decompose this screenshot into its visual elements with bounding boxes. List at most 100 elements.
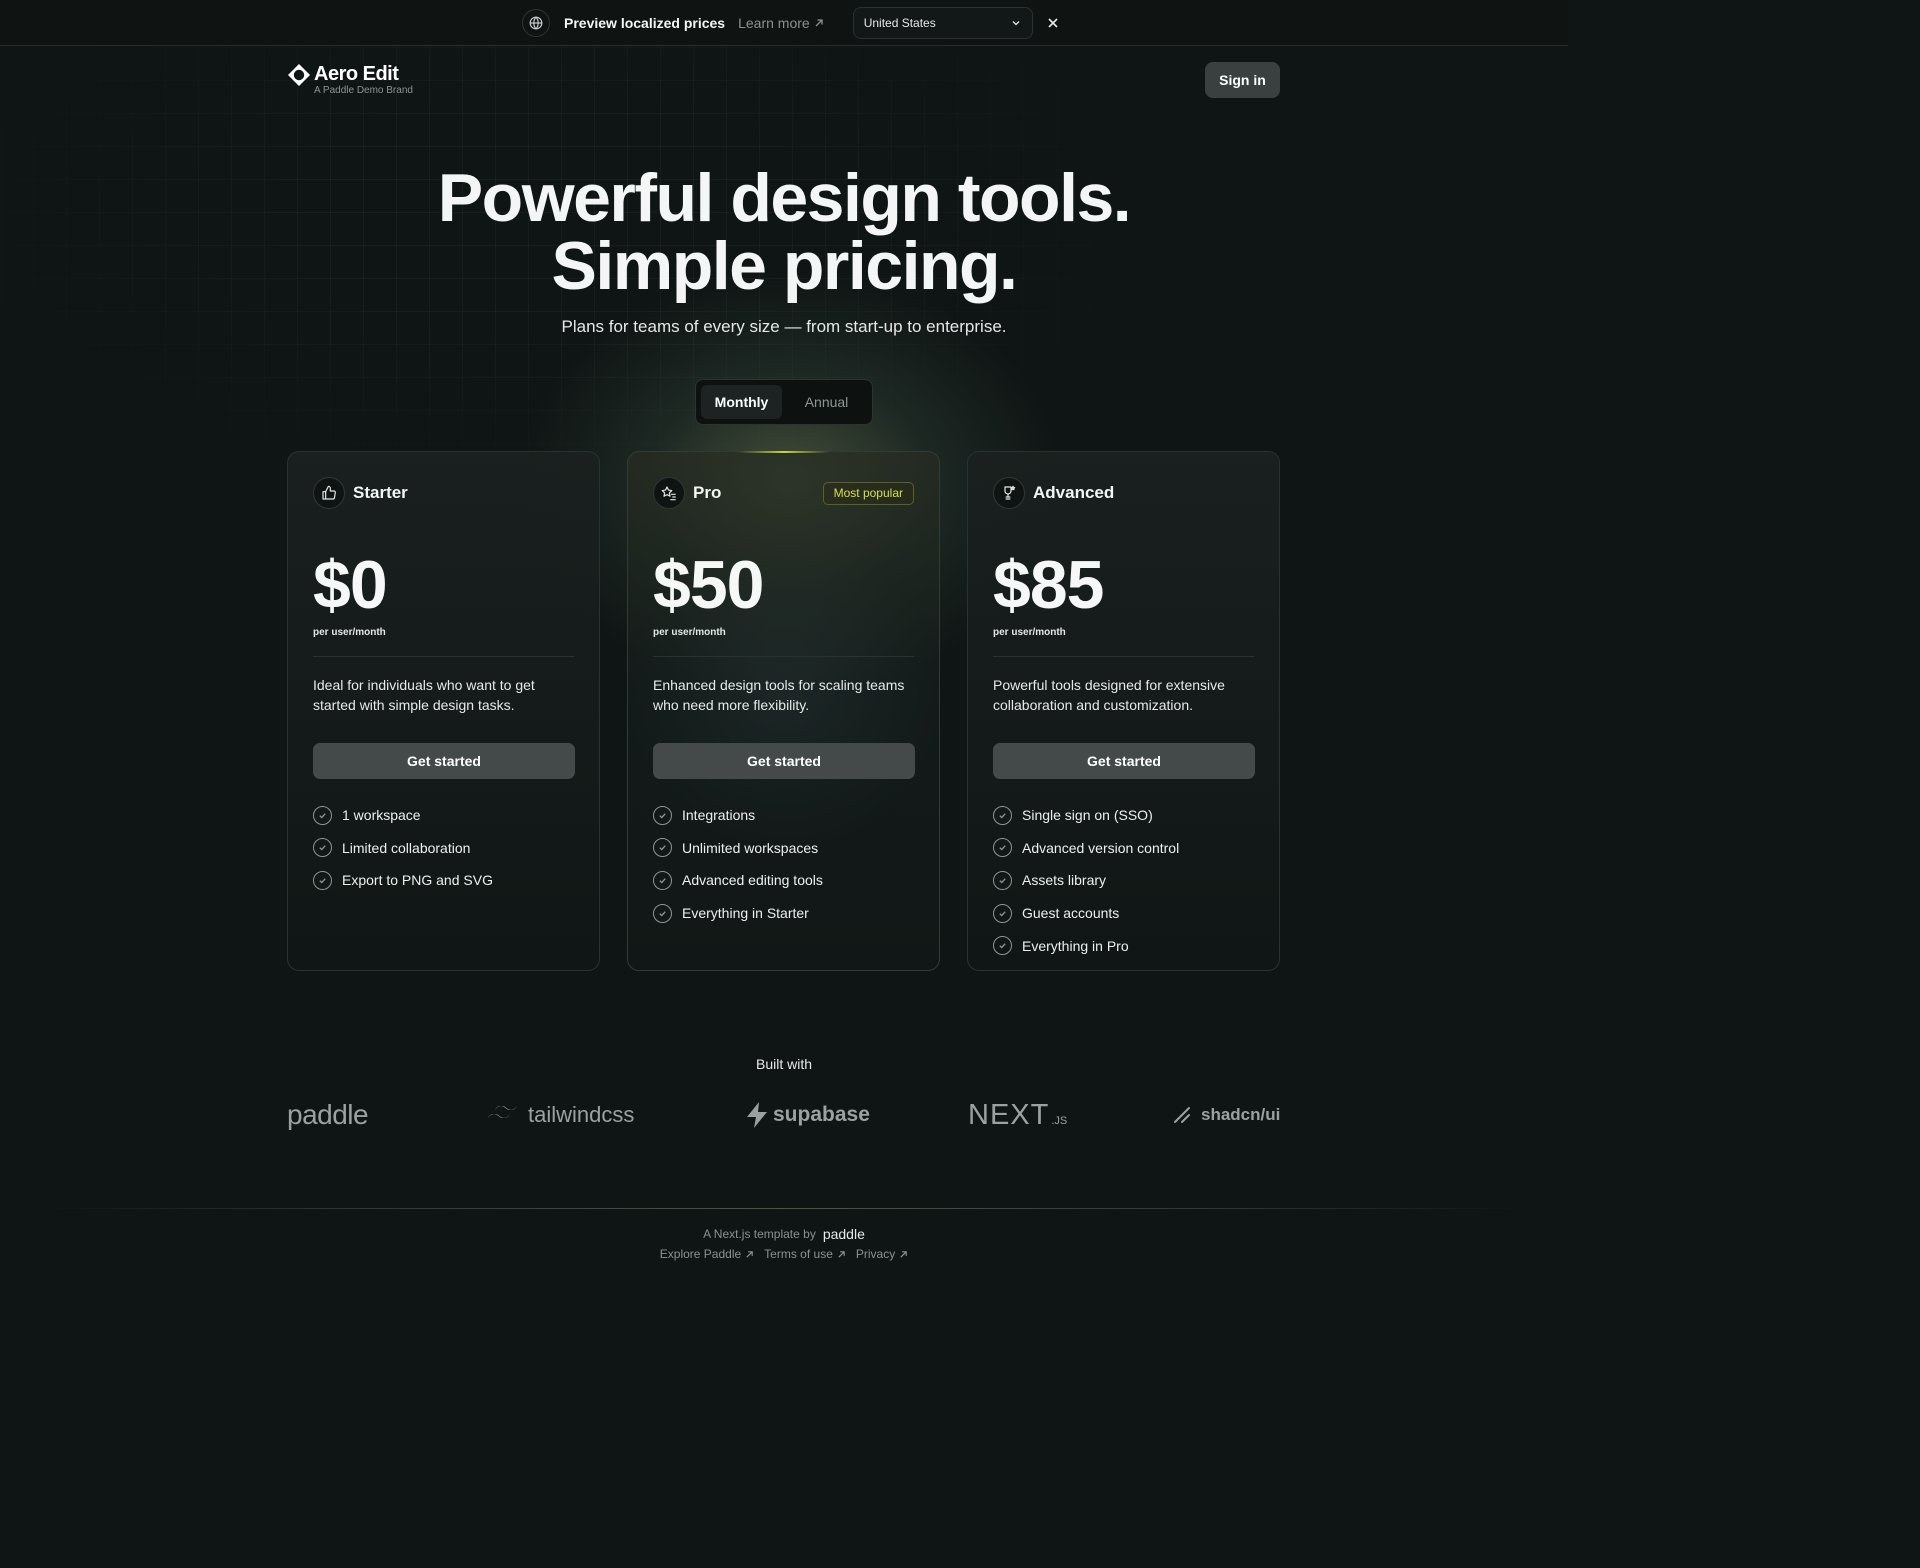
feature-item: Advanced editing tools — [653, 870, 914, 890]
plan-price: $50 — [653, 547, 764, 623]
footer-paddle-logo[interactable]: paddle — [823, 1226, 865, 1242]
feature-item: Export to PNG and SVG — [313, 870, 574, 890]
country-select-value: United States — [863, 16, 936, 30]
plan-period: per user/month — [313, 627, 386, 638]
page-title-line-1: Powerful design tools. — [437, 160, 1132, 236]
brand-subtitle: A Paddle Demo Brand — [314, 85, 413, 96]
check-circle-icon — [313, 838, 332, 858]
page-subtitle: Plans for teams of every size — from sta… — [561, 317, 1007, 336]
shadcn-slash-icon — [1174, 1107, 1190, 1123]
feature-item: Limited collaboration — [313, 838, 574, 858]
footer-link-label: Terms of use — [764, 1247, 833, 1261]
brand-logo[interactable]: Aero Edit A Paddle Demo Brand — [287, 63, 413, 97]
check-circle-icon — [993, 936, 1012, 956]
check-circle-icon — [993, 903, 1012, 923]
feature-item: Guest accounts — [993, 903, 1254, 923]
plan-description: Powerful tools designed for extensive co… — [993, 677, 1225, 713]
feature-label: Export to PNG and SVG — [342, 872, 493, 889]
feature-item: Assets library — [993, 870, 1254, 890]
check-circle-icon — [313, 805, 332, 825]
page-title: Powerful design tools. Simple pricing. — [0, 164, 1568, 300]
footer-link-label: Privacy — [855, 1247, 896, 1261]
feature-label: Everything in Pro — [1022, 937, 1129, 954]
footer-links: Explore Paddle Terms of use Privacy — [0, 1247, 1568, 1261]
thumbs-up-icon — [313, 477, 345, 509]
divider — [993, 656, 1254, 657]
sign-in-button[interactable]: Sign in — [1205, 62, 1280, 98]
supabase-logo-text: supabase — [773, 1103, 870, 1126]
feature-label: Limited collaboration — [342, 839, 471, 856]
check-circle-icon — [653, 805, 672, 825]
feature-item: Everything in Starter — [653, 903, 914, 923]
shadcn-logo[interactable]: shadcn/ui — [1171, 1095, 1280, 1135]
feature-label: Unlimited workspaces — [682, 839, 819, 856]
feature-list: Integrations Unlimited workspaces Advanc… — [653, 805, 914, 923]
feature-label: Advanced version control — [1022, 839, 1180, 856]
external-arrow-icon — [746, 1250, 753, 1258]
globe-icon — [522, 9, 550, 37]
footer-link-label: Explore Paddle — [659, 1247, 742, 1261]
plan-price: $85 — [993, 547, 1104, 623]
footer-divider — [40, 1208, 1528, 1209]
tailwindcss-logo-text: tailwindcss — [528, 1102, 635, 1127]
most-popular-badge: Most popular — [822, 481, 914, 505]
trophy-icon — [993, 477, 1025, 509]
feature-list: 1 workspace Limited collaboration Export… — [313, 805, 574, 890]
plan-name: Advanced — [1033, 483, 1115, 502]
feature-item: Everything in Pro — [993, 936, 1254, 956]
tailwindcss-logo[interactable]: tailwindcss — [486, 1095, 634, 1135]
footer-link-explore-paddle[interactable]: Explore Paddle — [660, 1247, 754, 1261]
get-started-button-starter[interactable]: Get started — [313, 743, 575, 779]
check-circle-icon — [993, 805, 1012, 825]
paddle-logo-text: paddle — [287, 1099, 369, 1130]
get-started-button-advanced[interactable]: Get started — [993, 743, 1255, 779]
plan-name: Pro — [693, 483, 722, 502]
plan-price: $0 — [313, 547, 388, 623]
country-select[interactable]: United States — [852, 7, 1033, 39]
feature-label: Single sign on (SSO) — [1022, 807, 1153, 823]
localization-banner: Preview localized prices Learn more Unit… — [0, 0, 1568, 46]
feature-item: Unlimited workspaces — [653, 838, 914, 858]
external-arrow-icon — [900, 1250, 908, 1258]
feature-item: Integrations — [653, 805, 914, 825]
nextjs-logo-text: NEXT — [968, 1098, 1050, 1131]
divider — [313, 656, 574, 657]
plan-card-starter: Starter $0 per user/month Ideal for indi… — [287, 451, 600, 971]
feature-label: Integrations — [682, 807, 756, 823]
feature-item: Single sign on (SSO) — [993, 805, 1254, 825]
learn-more-label: Learn more — [738, 15, 810, 31]
billing-option-annual[interactable]: Annual — [786, 385, 867, 419]
page-title-line-2: Simple pricing. — [551, 228, 1018, 304]
brand-name: Aero Edit — [314, 63, 399, 85]
plan-card-advanced: Advanced $85 per user/month Powerful too… — [967, 451, 1280, 971]
footer-link-privacy[interactable]: Privacy — [856, 1247, 908, 1261]
feature-list: Single sign on (SSO) Advanced version co… — [993, 805, 1254, 956]
nextjs-logo[interactable]: NEXT .JS — [968, 1095, 1067, 1135]
check-circle-icon — [993, 838, 1012, 858]
close-icon[interactable] — [1047, 17, 1059, 29]
check-circle-icon — [653, 903, 672, 923]
feature-label: Guest accounts — [1022, 905, 1120, 922]
billing-toggle: Monthly Annual — [695, 379, 873, 425]
plan-description: Ideal for individuals who want to get st… — [313, 677, 535, 713]
plan-period: per user/month — [993, 627, 1066, 638]
footer-attribution: A Next.js template by paddle — [0, 1226, 1568, 1242]
feature-label: 1 workspace — [342, 807, 421, 823]
external-arrow-icon — [815, 19, 823, 27]
banner-title: Preview localized prices — [564, 15, 726, 31]
feature-label: Advanced editing tools — [682, 872, 823, 889]
divider — [653, 656, 914, 657]
supabase-bolt-icon — [747, 1102, 767, 1128]
footer-link-terms[interactable]: Terms of use — [764, 1247, 846, 1261]
supabase-logo[interactable]: supabase — [745, 1095, 870, 1135]
plan-card-pro: Pro Most popular $50 per user/month Enha… — [627, 451, 940, 971]
check-circle-icon — [993, 870, 1012, 890]
billing-option-monthly[interactable]: Monthly — [701, 385, 782, 419]
get-started-button-pro[interactable]: Get started — [653, 743, 915, 779]
learn-more-link[interactable]: Learn more — [738, 15, 824, 31]
external-arrow-icon — [838, 1250, 845, 1258]
paddle-logo[interactable]: paddle — [287, 1095, 369, 1135]
check-circle-icon — [313, 870, 332, 890]
feature-label: Everything in Starter — [682, 905, 809, 922]
built-with-logos: paddle tailwindcss supabase NEXT .JS shad… — [287, 1095, 1280, 1135]
